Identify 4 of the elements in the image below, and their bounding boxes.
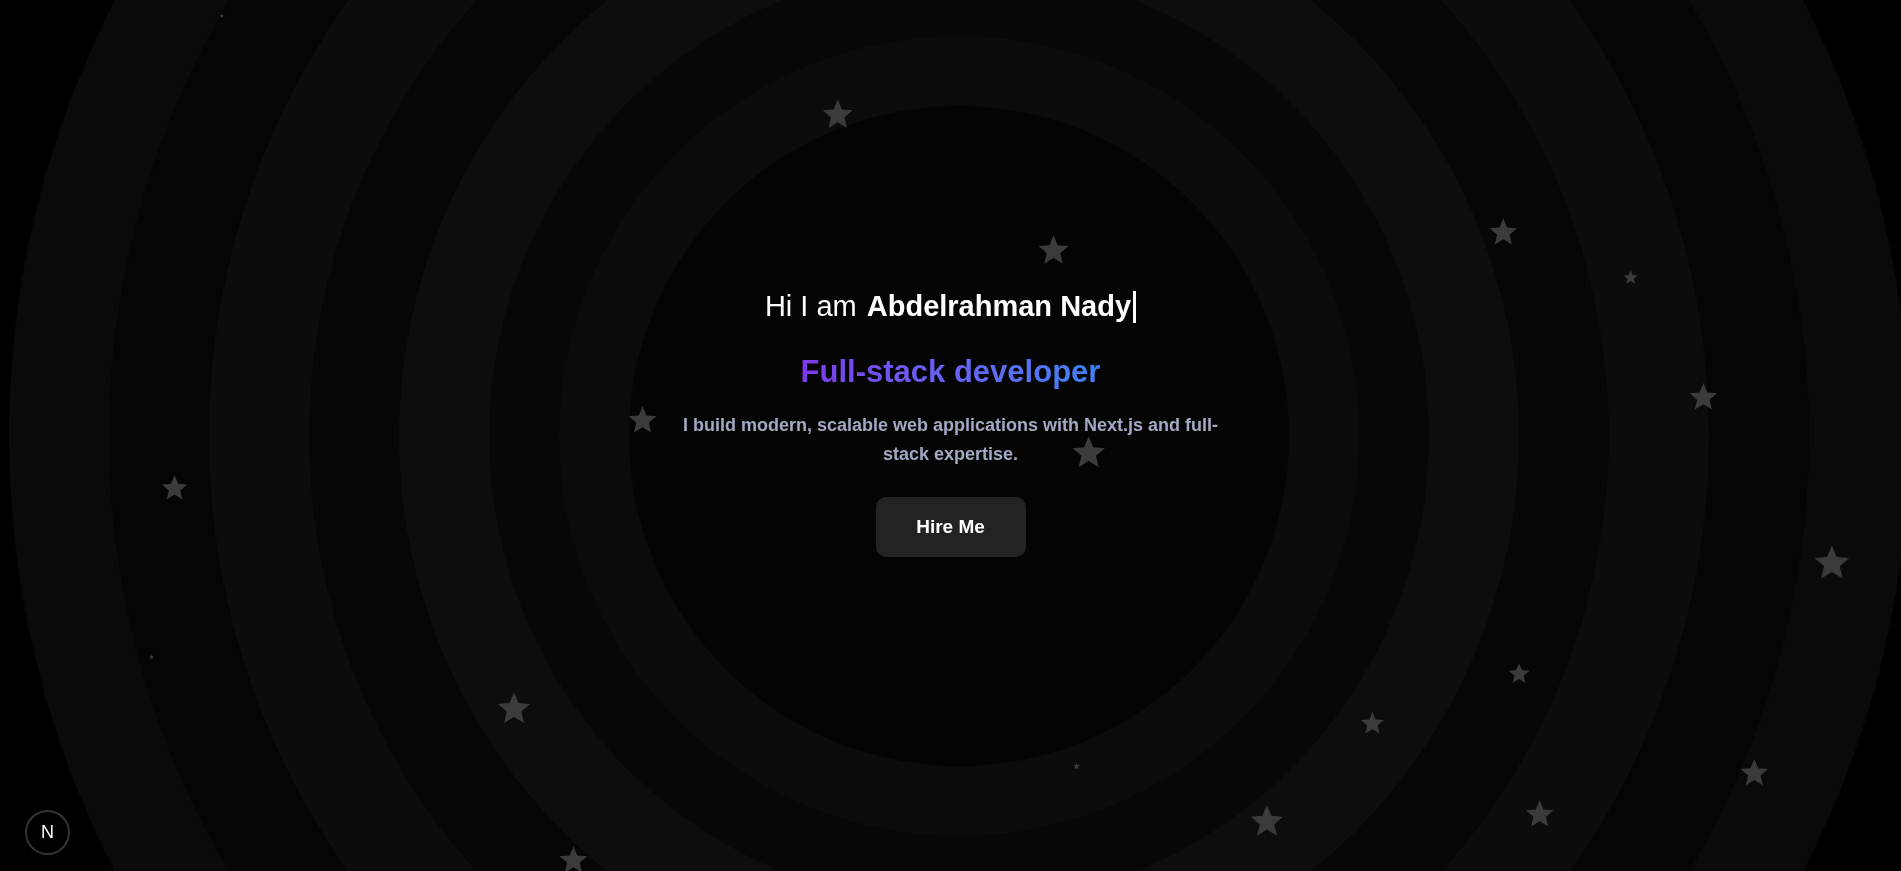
name-text: Abdelrahman Nady — [866, 289, 1132, 324]
hire-me-button[interactable]: Hire Me — [875, 497, 1026, 557]
description-text: I build modern, scalable web applications with Next.js and full-stack expertise. — [681, 414, 1220, 466]
greeting-text: Hi I am — [764, 289, 857, 324]
